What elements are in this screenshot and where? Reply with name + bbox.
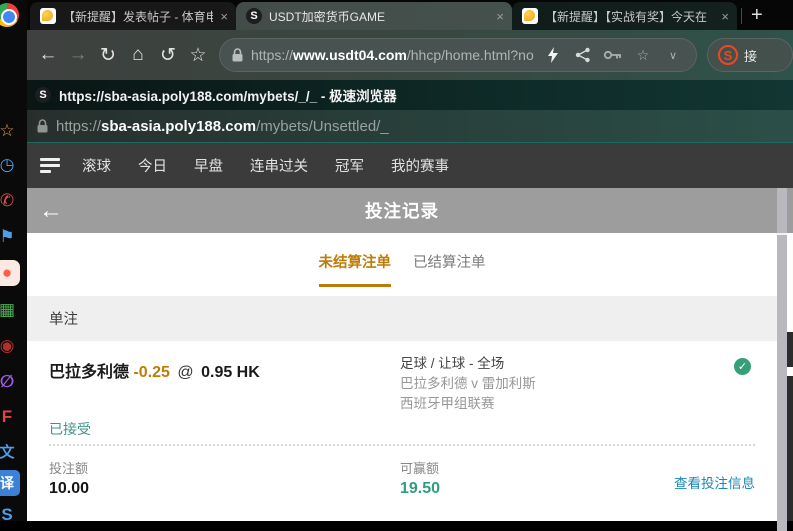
menu-hamburger-icon[interactable] [40, 155, 60, 176]
site-nav-bar: 滚球 今日 早盘 连串过关 冠军 我的赛事 [27, 143, 793, 188]
f-app-icon[interactable]: F [0, 404, 20, 430]
window-edge-dark [787, 332, 793, 521]
forum-favicon [40, 8, 56, 24]
translate-icon[interactable]: 文 [0, 438, 20, 464]
tab-divider [741, 8, 742, 24]
win-label: 可赢额 [400, 458, 440, 477]
record-circle-icon[interactable]: ◉ [0, 333, 20, 359]
s-extension-icon: S [718, 45, 738, 65]
forum-favicon [522, 8, 538, 24]
browser-window: 【新提醒】发表帖子 - 体育电竞 × S USDT加密货币GAME × 【新提醒… [27, 0, 793, 521]
scrollbar-thumb[interactable] [777, 235, 787, 531]
possible-win-column: 可赢额 19.50 [400, 458, 440, 498]
odds-value: 0.95 HK [201, 364, 260, 381]
at-sign: @ [174, 364, 196, 381]
bet-status-text: 已接受 [49, 419, 91, 439]
reload-icon[interactable]: ↻ [93, 44, 123, 67]
browser-tab-3[interactable]: 【新提醒】【实战有奖】今天在 × [512, 2, 737, 30]
handicap-value: -0.25 [133, 364, 169, 381]
nav-item-parlay[interactable]: 连串过关 [250, 155, 308, 176]
chevron-down-icon[interactable]: ∨ [662, 49, 684, 62]
nav-item-outright[interactable]: 冠军 [335, 155, 364, 176]
browser-tab-bar: 【新提醒】发表帖子 - 体育电竞 × S USDT加密货币GAME × 【新提醒… [27, 0, 793, 30]
red-app-icon[interactable]: ● [0, 260, 20, 286]
app-dock: ☆ ◷ ✆ ⚑ ● ▦ ◉ ∅ F 文 译 S [0, 0, 27, 521]
browser-tab-2-active[interactable]: S USDT加密货币GAME × [236, 2, 512, 30]
phone-contact-icon[interactable]: ✆ [0, 188, 20, 214]
stake-value: 10.00 [49, 480, 89, 498]
back-icon[interactable]: ← [33, 44, 63, 66]
view-bet-info-link[interactable]: 查看投注信息 [674, 472, 755, 492]
stake-column: 投注额 10.00 [49, 458, 89, 498]
flag-pin-icon[interactable]: ⚑ [0, 224, 20, 250]
tab-settled[interactable]: 已结算注单 [413, 251, 486, 284]
url-text: https://www.usdt04.com/hhcp/home.html?no… [251, 47, 534, 63]
share-icon[interactable] [572, 47, 594, 63]
s-extension-label: 接 [744, 46, 757, 65]
nav-item-inplay[interactable]: 滚球 [82, 155, 111, 176]
address-bar[interactable]: https://www.usdt04.com/hhcp/home.html?no… [219, 38, 697, 72]
browser-tab-1[interactable]: 【新提醒】发表帖子 - 体育电竞 × [30, 2, 236, 30]
bets-content: 未结算注单 已结算注单 单注 巴拉多利德 -0.25 @ 0.95 HK 足球 … [27, 233, 777, 521]
globe-favicon: S [246, 8, 262, 24]
win-value: 19.50 [400, 480, 440, 498]
home-icon[interactable]: ⌂ [123, 44, 153, 66]
new-tab-button[interactable]: + [751, 4, 763, 27]
selection-name: 巴拉多利德 [49, 364, 129, 381]
window-edge [787, 233, 793, 332]
tab-unsettled[interactable]: 未结算注单 [319, 251, 392, 287]
popup-globe-icon: S [35, 87, 51, 103]
market-type: 足球 / 让球 - 全场 [400, 354, 536, 374]
popup-window-title: https://sba-asia.poly188.com/mybets/_/_ … [59, 85, 397, 105]
forward-icon[interactable]: → [63, 44, 93, 66]
popup-address-bar[interactable]: https://sba-asia.poly188.com/mybets/Unse… [27, 110, 793, 143]
lock-icon [37, 119, 48, 133]
chrome-icon[interactable] [0, 2, 20, 28]
tab-close-icon[interactable]: × [220, 9, 228, 24]
bet-status-tabs: 未结算注单 已结算注单 [27, 233, 777, 296]
popup-url-text: https://sba-asia.poly188.com/mybets/Unse… [56, 118, 389, 135]
key-icon[interactable] [602, 50, 624, 60]
accepted-check-icon: ✓ [734, 358, 751, 375]
bet-footer: 投注额 10.00 可赢额 19.50 查看投注信息 [49, 444, 755, 518]
mute-bell-icon[interactable]: ∅ [0, 369, 20, 395]
league-name: 西班牙甲组联赛 [400, 394, 536, 414]
window-edge-notch [787, 367, 793, 376]
lock-icon [232, 48, 243, 62]
undo-icon[interactable]: ↺ [153, 44, 183, 67]
page-header: ← 投注记录 [27, 188, 793, 233]
bet-detail-column: 足球 / 让球 - 全场 巴拉多利德 v 雷加利斯 西班牙甲组联赛 [400, 354, 536, 414]
nav-item-my-events[interactable]: 我的赛事 [391, 155, 449, 176]
lightning-icon[interactable] [542, 47, 564, 63]
stake-label: 投注额 [49, 458, 89, 477]
tab-title: 【新提醒】发表帖子 - 体育电竞 [63, 8, 213, 25]
s-app-icon[interactable]: S [0, 502, 20, 521]
translator-app-icon[interactable]: 译 [0, 470, 20, 496]
qr-grid-icon[interactable]: ▦ [0, 297, 20, 323]
tab-title: USDT加密货币GAME [269, 8, 489, 25]
match-name: 巴拉多利德 v 雷加利斯 [400, 374, 536, 394]
bet-card: 巴拉多利德 -0.25 @ 0.95 HK 足球 / 让球 - 全场 巴拉多利德… [27, 341, 777, 444]
extension-button[interactable]: S 接 [707, 38, 793, 72]
tab-close-icon[interactable]: × [496, 9, 504, 24]
bet-selection-line: 巴拉多利德 -0.25 @ 0.95 HK [49, 358, 260, 382]
section-label-single-bet: 单注 [27, 296, 777, 341]
tab-title: 【新提醒】【实战有奖】今天在 [545, 8, 714, 25]
history-clock-icon[interactable]: ◷ [0, 152, 20, 178]
scrollbar-thumb-header[interactable] [777, 188, 787, 233]
nav-item-today[interactable]: 今日 [138, 155, 167, 176]
bookmark-star-icon[interactable]: ☆ [183, 44, 213, 67]
browser-toolbar: ← → ↻ ⌂ ↺ ☆ https://www.usdt04.com/hhcp/… [27, 30, 793, 80]
page-title: 投注记录 [27, 198, 777, 223]
scrollbar-track[interactable] [777, 233, 787, 521]
star-bookmark-icon[interactable]: ☆ [0, 118, 20, 144]
favorite-star-icon[interactable]: ☆ [632, 47, 654, 64]
popup-title-bar: S https://sba-asia.poly188.com/mybets/_/… [27, 80, 793, 110]
tab-close-icon[interactable]: × [721, 9, 729, 24]
nav-item-early[interactable]: 早盘 [194, 155, 223, 176]
